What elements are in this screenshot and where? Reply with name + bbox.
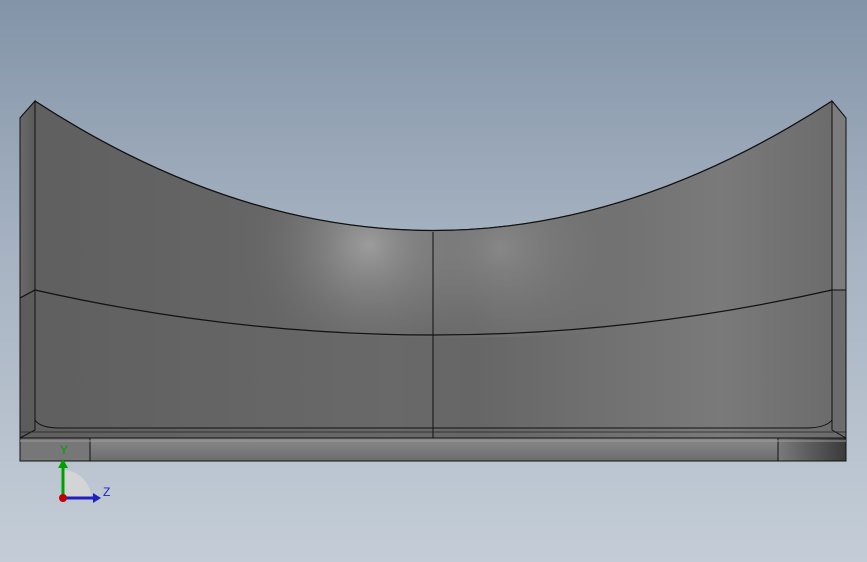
axis-triad[interactable] [58,459,101,503]
base-plate[interactable] [19,437,847,462]
triad-plane [63,470,91,498]
z-axis-label: Z [103,485,111,499]
part-model[interactable] [0,0,867,562]
graphics-viewport[interactable]: Y Z [0,0,867,562]
x-axis-dot [59,494,67,502]
y-axis-label: Y [60,443,69,457]
